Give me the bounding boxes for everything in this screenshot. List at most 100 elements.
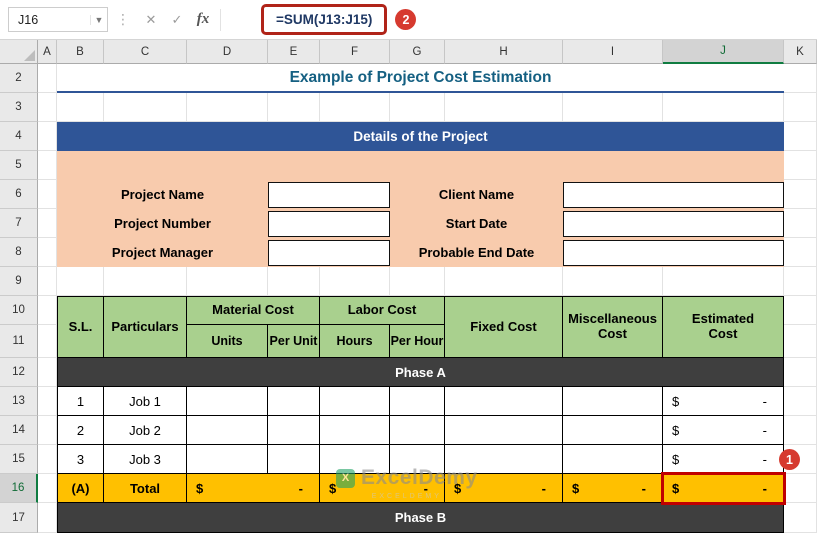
cell-estimated-cost-row3[interactable]: $ - [663, 445, 784, 474]
row-header-3[interactable]: 3 [0, 93, 38, 122]
cell-empty[interactable] [784, 122, 817, 151]
cell-empty[interactable] [784, 180, 817, 209]
cell-empty[interactable] [445, 93, 563, 122]
row-header-14[interactable]: 14 [0, 416, 38, 445]
column-header-f[interactable]: F [320, 40, 390, 64]
cell-empty-table[interactable] [187, 445, 268, 474]
cell-project-number-label[interactable]: Project Number [57, 209, 268, 238]
cell-empty[interactable] [38, 387, 57, 416]
cell-total-labor[interactable]: $ - [320, 474, 445, 503]
cell-empty[interactable] [784, 209, 817, 238]
header-per-hour[interactable]: Per Hour [390, 325, 445, 358]
project-number-input[interactable] [268, 210, 390, 237]
cell-empty-table[interactable] [445, 445, 563, 474]
header-particulars[interactable]: Particulars [104, 296, 187, 358]
cell-empty[interactable] [784, 93, 817, 122]
cell-empty-table[interactable] [563, 445, 663, 474]
cell-empty[interactable] [57, 93, 104, 122]
cell-empty[interactable] [784, 387, 817, 416]
row-header-13[interactable]: 13 [0, 387, 38, 416]
cell-empty-table[interactable] [445, 416, 563, 445]
cell-start-date-label[interactable]: Start Date [390, 209, 563, 238]
cell-empty[interactable] [268, 267, 320, 296]
cell-empty[interactable] [320, 93, 390, 122]
start-date-input[interactable] [563, 210, 784, 237]
header-estimated-cost[interactable]: Estimated Cost [663, 296, 784, 358]
probable-end-date-input[interactable] [563, 239, 784, 266]
cell-empty-table[interactable] [563, 416, 663, 445]
header-material-cost[interactable]: Material Cost [187, 296, 320, 325]
cell-empty-table[interactable] [320, 387, 390, 416]
cell-total-miscellaneous[interactable]: $ - [563, 474, 663, 503]
cell-empty-table[interactable] [268, 387, 320, 416]
cell-sl-2[interactable]: 2 [57, 416, 104, 445]
cell-empty[interactable] [784, 238, 817, 267]
header-miscellaneous-cost[interactable]: Miscellaneous Cost [563, 296, 663, 358]
row-header-15[interactable]: 15 [0, 445, 38, 474]
details-banner[interactable]: Details of the Project [57, 122, 784, 151]
cell-job-1[interactable]: Job 1 [104, 387, 187, 416]
cell-estimated-cost-row2[interactable]: $ - [663, 416, 784, 445]
formula-input[interactable]: =SUM(J13:J15) [276, 12, 372, 27]
cell-empty[interactable] [38, 358, 57, 387]
cell-empty-table[interactable] [320, 416, 390, 445]
cell-empty-table[interactable] [187, 416, 268, 445]
cell-empty[interactable] [104, 267, 187, 296]
column-header-i[interactable]: I [563, 40, 663, 64]
cell-empty[interactable] [38, 122, 57, 151]
cell-client-name-label[interactable]: Client Name [390, 180, 563, 209]
cell-empty-table[interactable] [187, 387, 268, 416]
cell-empty[interactable] [187, 93, 268, 122]
cell-total-material[interactable]: $ - [187, 474, 320, 503]
cell-empty[interactable] [563, 93, 663, 122]
cell-empty[interactable] [38, 64, 57, 93]
cell-empty[interactable] [784, 445, 817, 474]
client-name-input[interactable] [563, 181, 784, 208]
cell-empty[interactable] [38, 474, 57, 503]
header-units[interactable]: Units [187, 325, 268, 358]
cell-empty[interactable] [38, 151, 57, 180]
cell-empty[interactable] [784, 503, 817, 533]
cell-empty-table[interactable] [320, 445, 390, 474]
cell-empty[interactable] [104, 93, 187, 122]
column-header-c[interactable]: C [104, 40, 187, 64]
cell-job-3[interactable]: Job 3 [104, 445, 187, 474]
header-per-unit[interactable]: Per Unit [268, 325, 320, 358]
cell-project-name-label[interactable]: Project Name [57, 180, 268, 209]
header-labor-cost[interactable]: Labor Cost [320, 296, 445, 325]
cell-sl-1[interactable]: 1 [57, 387, 104, 416]
project-manager-input[interactable] [268, 239, 390, 266]
cell-empty[interactable] [445, 267, 563, 296]
cell-empty[interactable] [38, 503, 57, 533]
column-header-g[interactable]: G [390, 40, 445, 64]
row-header-5[interactable]: 5 [0, 151, 38, 180]
column-header-e[interactable]: E [268, 40, 320, 64]
cell-empty[interactable] [784, 474, 817, 503]
phase-a-banner[interactable]: Phase A [57, 358, 784, 387]
row-header-12[interactable]: 12 [0, 358, 38, 387]
cell-empty-table[interactable] [445, 387, 563, 416]
cell-probable-end-date-label[interactable]: Probable End Date [390, 238, 563, 267]
cell-empty[interactable] [38, 416, 57, 445]
drag-handle-icon[interactable]: ⋮ [116, 11, 130, 28]
cell-job-2[interactable]: Job 2 [104, 416, 187, 445]
cell-sl-3[interactable]: 3 [57, 445, 104, 474]
row-header-4[interactable]: 4 [0, 122, 38, 151]
cell-empty[interactable] [784, 296, 817, 325]
select-all-corner[interactable] [0, 40, 38, 64]
cell-empty[interactable] [784, 358, 817, 387]
phase-b-banner[interactable]: Phase B [57, 503, 784, 533]
row-header-7[interactable]: 7 [0, 209, 38, 238]
row-header-9[interactable]: 9 [0, 267, 38, 296]
cell-empty[interactable] [784, 151, 817, 180]
cell-empty[interactable] [563, 267, 663, 296]
cell-empty[interactable] [784, 325, 817, 358]
cell-total-estimated-j16[interactable]: $ - [663, 474, 784, 503]
chevron-down-icon[interactable]: ▼ [90, 14, 107, 25]
cell-empty[interactable] [390, 267, 445, 296]
cell-empty[interactable] [663, 93, 784, 122]
header-hours[interactable]: Hours [320, 325, 390, 358]
cell-empty[interactable] [784, 416, 817, 445]
cell-empty[interactable] [784, 64, 817, 93]
cell-empty[interactable] [38, 180, 57, 209]
